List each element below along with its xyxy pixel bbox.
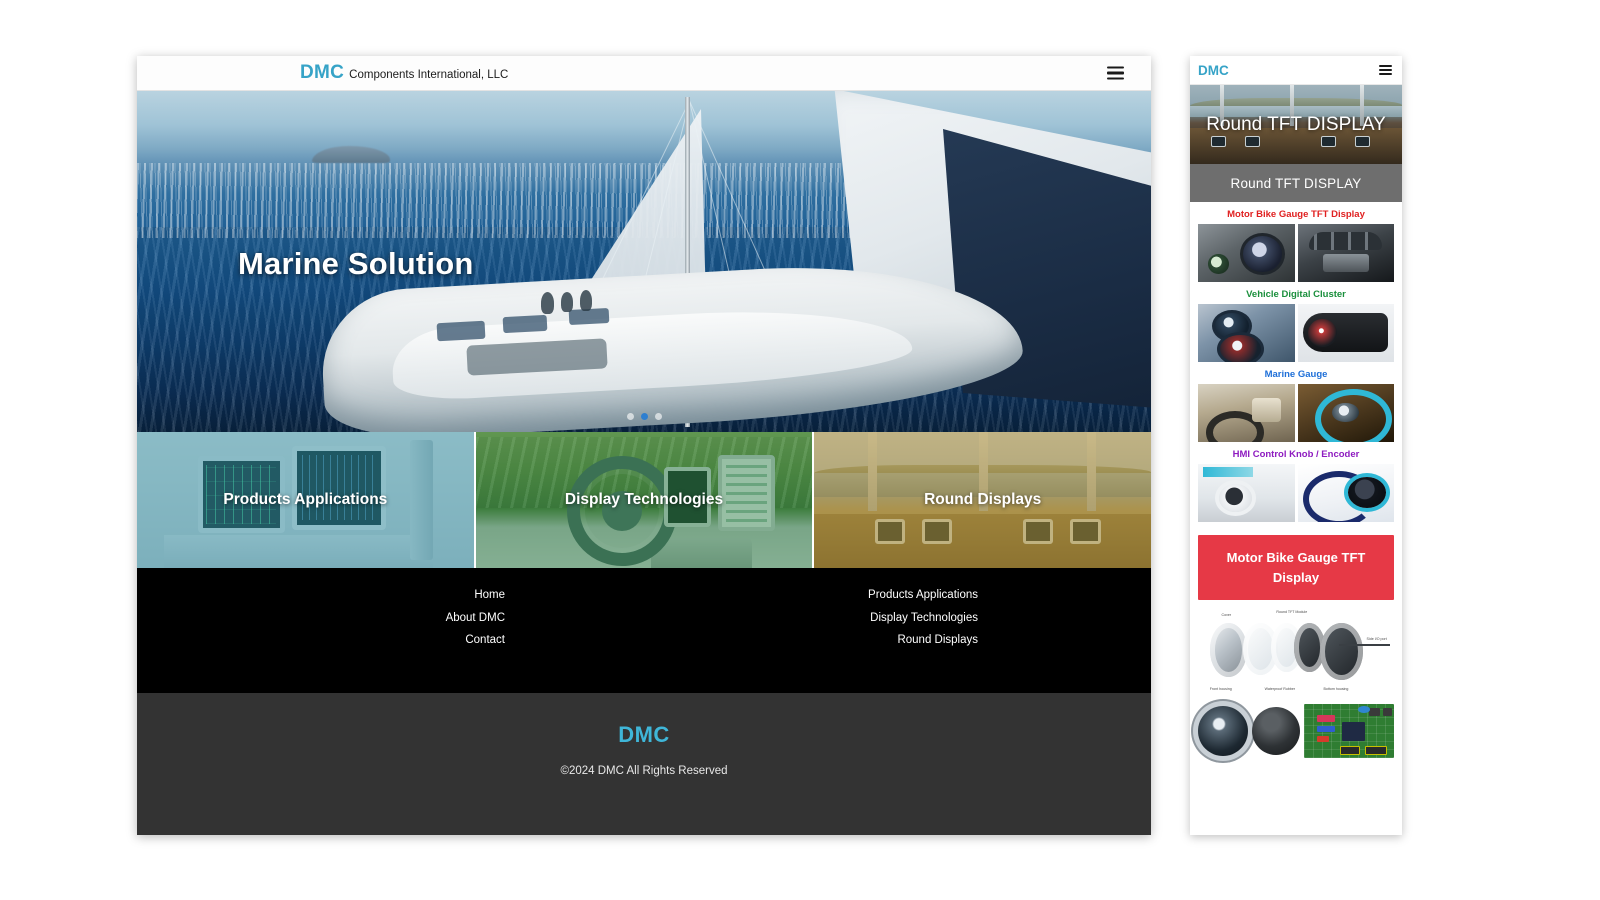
mobile-section-bar: Round TFT DISPLAY bbox=[1190, 164, 1402, 202]
footer-column-right: Products Applications Display Technologi… bbox=[644, 590, 1151, 693]
footer-link-products-applications[interactable]: Products Applications bbox=[868, 590, 978, 602]
mobile-product-banner[interactable]: Motor Bike Gauge TFT Display bbox=[1198, 535, 1394, 600]
category-images-vehicle-cluster[interactable] bbox=[1198, 304, 1394, 362]
hamburger-line bbox=[1107, 72, 1124, 74]
category-title-vehicle-digital-cluster: Vehicle Digital Cluster bbox=[1198, 282, 1394, 304]
deck-hatch bbox=[437, 321, 486, 341]
pcb-block-blue bbox=[1317, 726, 1335, 732]
pcb-block-orange bbox=[1317, 736, 1330, 742]
pcb-block-dark-right bbox=[1365, 746, 1387, 755]
mobile-hamburger-icon[interactable] bbox=[1379, 65, 1392, 75]
exploded-view-diagram: Cover Round TFT Module Side I/O port Fro… bbox=[1198, 608, 1394, 694]
marine-gauge-photo-left[interactable] bbox=[1198, 384, 1295, 442]
category-title-hmi-control-knob: HMI Control Knob / Encoder bbox=[1198, 442, 1394, 464]
round-display-back-photo bbox=[1252, 707, 1300, 755]
hamburger-line bbox=[1379, 65, 1392, 67]
diagram-label-waterproof-rubber: Waterproof Rubber bbox=[1265, 687, 1295, 691]
front-housing-ring bbox=[1210, 623, 1247, 676]
footer-link-contact[interactable]: Contact bbox=[465, 635, 505, 647]
carousel-dot[interactable] bbox=[627, 413, 634, 420]
footer-link-home[interactable]: Home bbox=[474, 590, 505, 602]
footer-brand: DMC bbox=[137, 722, 1151, 748]
round-display-front-photo bbox=[1198, 706, 1248, 756]
tile-products-applications[interactable]: Products Applications bbox=[137, 432, 474, 568]
hamburger-icon[interactable] bbox=[1107, 67, 1124, 80]
hero-carousel[interactable]: Marine Solution bbox=[137, 91, 1151, 432]
category-images-marine-gauge[interactable] bbox=[1198, 384, 1394, 442]
tile-display-technologies[interactable]: Display Technologies bbox=[474, 432, 813, 568]
diagram-label-tft-module: Round TFT Module bbox=[1276, 610, 1307, 614]
hamburger-line bbox=[1379, 69, 1392, 71]
mobile-category-list: Motor Bike Gauge TFT Display Vehicle Dig… bbox=[1190, 202, 1402, 522]
mobile-hero: Round TFT DISPLAY bbox=[1190, 85, 1402, 164]
vehicle-cluster-photo-right[interactable] bbox=[1298, 304, 1395, 362]
carousel-dot[interactable] bbox=[655, 413, 662, 420]
diagram-label-cover: Cover bbox=[1222, 613, 1232, 617]
tile-round-displays[interactable]: Round Displays bbox=[812, 432, 1151, 568]
hero-title: Marine Solution bbox=[238, 246, 474, 282]
screenshot-stage: DMC Components International, LLC bbox=[0, 0, 1600, 900]
bottom-housing-ring bbox=[1320, 623, 1363, 680]
carousel-dots[interactable] bbox=[137, 413, 1151, 420]
crew-figure bbox=[561, 292, 573, 312]
pcb-block-dark-left bbox=[1340, 746, 1360, 755]
copyright-text: ©2024 DMC All Rights Reserved bbox=[137, 765, 1151, 777]
marine-gauge-photo-right[interactable] bbox=[1298, 384, 1395, 442]
mobile-header: DMC bbox=[1190, 56, 1402, 85]
footer-navigation: Home About DMC Contact Products Applicat… bbox=[137, 568, 1151, 693]
category-title-motor-bike-gauge: Motor Bike Gauge TFT Display bbox=[1198, 202, 1394, 224]
mobile-hero-title: Round TFT DISPLAY bbox=[1190, 85, 1402, 164]
bike-gauge-photo-right[interactable] bbox=[1298, 224, 1395, 282]
carousel-dot-active[interactable] bbox=[641, 413, 648, 420]
vehicle-cluster-photo-left[interactable] bbox=[1198, 304, 1295, 362]
diagram-label-front-housing: Front housing bbox=[1210, 687, 1232, 691]
desktop-browser-card: DMC Components International, LLC bbox=[137, 56, 1151, 835]
side-io-cable bbox=[1339, 644, 1390, 646]
category-tiles: Products Applications Display Technologi… bbox=[137, 432, 1151, 568]
hamburger-line bbox=[1107, 77, 1124, 79]
crew-figure bbox=[541, 292, 554, 314]
footer-link-round-displays[interactable]: Round Displays bbox=[897, 635, 978, 647]
hmi-knob-photo-right[interactable] bbox=[1298, 464, 1395, 522]
site-logo[interactable]: DMC Components International, LLC bbox=[300, 62, 508, 84]
crew-figure bbox=[580, 290, 592, 311]
pcb-block-diagram bbox=[1304, 704, 1394, 758]
pcb-main-chip bbox=[1342, 722, 1365, 740]
mobile-preview-panel: DMC Round TFT DISPLAY Round TFT DISPLAY bbox=[1190, 56, 1402, 835]
tile-label: Round Displays bbox=[814, 432, 1151, 568]
copyright-section: DMC ©2024 DMC All Rights Reserved bbox=[137, 693, 1151, 835]
category-images-hmi-knob[interactable] bbox=[1198, 464, 1394, 522]
deck-hatch bbox=[503, 315, 548, 333]
pcb-connector-b bbox=[1383, 708, 1392, 716]
logo-dmc-text: DMC bbox=[300, 62, 344, 84]
mobile-logo[interactable]: DMC bbox=[1198, 63, 1229, 78]
footer-link-display-technologies[interactable]: Display Technologies bbox=[870, 613, 978, 625]
site-header: DMC Components International, LLC bbox=[137, 56, 1151, 91]
hmi-knob-photo-left[interactable] bbox=[1198, 464, 1295, 522]
footer-column-left: Home About DMC Contact bbox=[137, 590, 644, 693]
tile-label: Display Technologies bbox=[476, 432, 813, 568]
diagram-label-bottom-housing: Bottom housing bbox=[1323, 687, 1348, 691]
product-photos-row bbox=[1198, 700, 1394, 762]
logo-subtitle-text: Components International, LLC bbox=[349, 69, 508, 81]
pcb-connector-a bbox=[1369, 708, 1381, 716]
tile-label: Products Applications bbox=[137, 432, 474, 568]
bike-gauge-photo-left[interactable] bbox=[1198, 224, 1295, 282]
pcb-block-red bbox=[1317, 715, 1335, 722]
hamburger-line bbox=[1107, 67, 1124, 69]
hamburger-line bbox=[1379, 73, 1392, 75]
pcb-display-icon bbox=[1358, 706, 1370, 713]
diagram-label-side-io: Side I/O port bbox=[1367, 637, 1387, 641]
category-title-marine-gauge: Marine Gauge bbox=[1198, 362, 1394, 384]
footer-link-about-dmc[interactable]: About DMC bbox=[446, 613, 505, 625]
category-images-motor-bike[interactable] bbox=[1198, 224, 1394, 282]
